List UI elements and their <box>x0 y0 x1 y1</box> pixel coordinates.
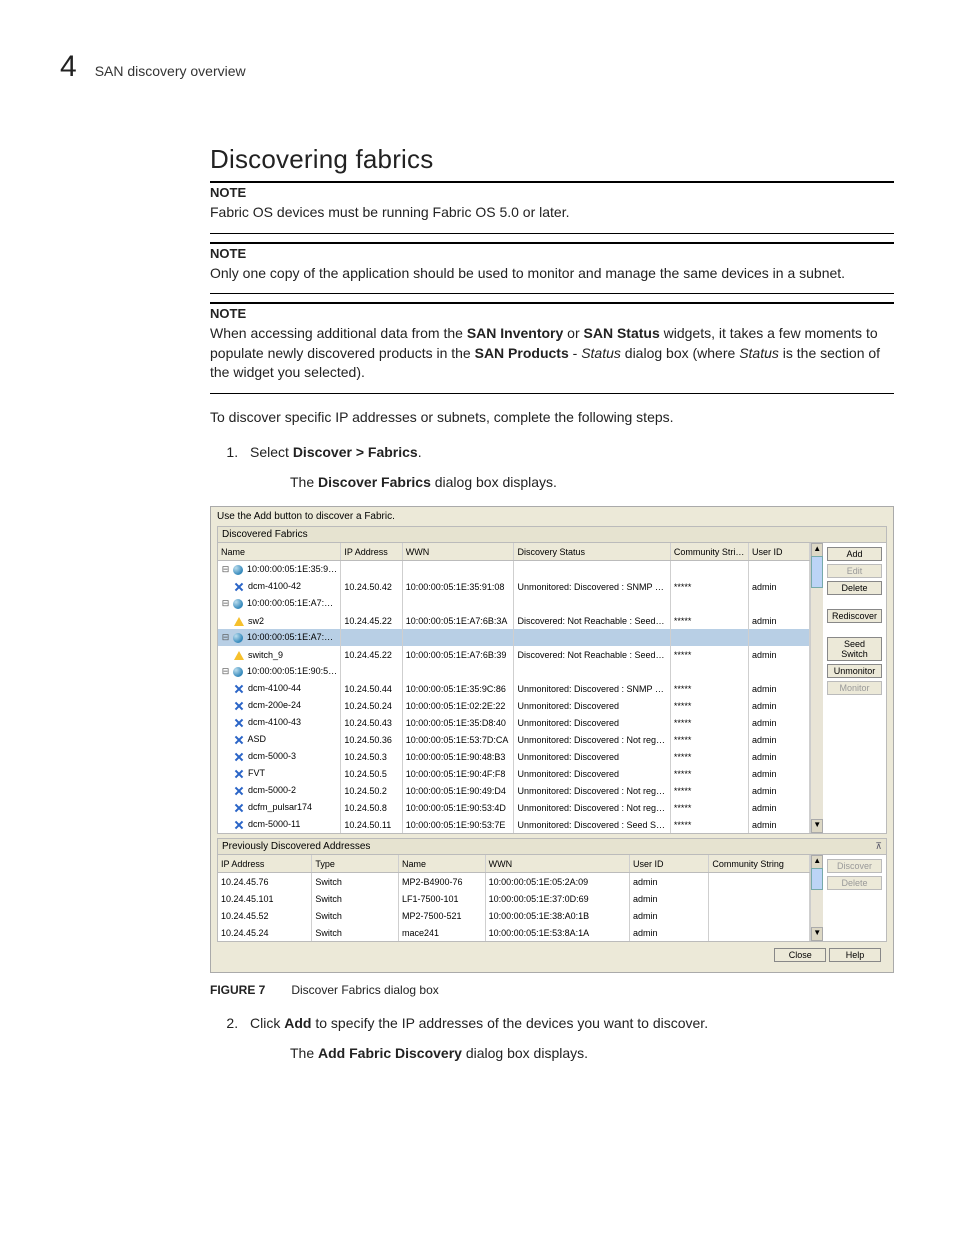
intro-text: To discover specific IP addresses or sub… <box>210 408 894 428</box>
note-label: NOTE <box>210 246 894 261</box>
rediscover-button[interactable]: Rediscover <box>827 609 882 623</box>
scrollbar-2[interactable]: ▲ ▼ <box>810 855 823 941</box>
scroll-up-icon[interactable]: ▲ <box>811 855 823 869</box>
table-row[interactable]: 10.24.45.24Switchmace24110:00:00:05:1E:5… <box>218 924 810 941</box>
table-row[interactable]: dcm-200e-2410.24.50.2410:00:00:05:1E:02:… <box>218 697 810 714</box>
x-icon <box>234 752 244 762</box>
edit-button[interactable]: Edit <box>827 564 882 578</box>
note-label: NOTE <box>210 185 894 200</box>
table-row[interactable]: ASD10.24.50.3610:00:00:05:1E:53:7D:CAUnm… <box>218 731 810 748</box>
globe-icon <box>233 667 243 677</box>
monitor-button[interactable]: Monitor <box>827 681 882 695</box>
previous-addresses-bar: Previously Discovered Addresses ⊼ <box>217 838 887 855</box>
table-row[interactable]: dcfm_pulsar17410.24.50.810:00:00:05:1E:9… <box>218 799 810 816</box>
table-row[interactable]: dcm-5000-310.24.50.310:00:00:05:1E:90:48… <box>218 748 810 765</box>
scroll-down-icon[interactable]: ▼ <box>811 927 823 941</box>
scrollbar[interactable]: ▲ ▼ <box>810 543 823 833</box>
note-label: NOTE <box>210 306 894 321</box>
table-row[interactable]: dcm-5000-210.24.50.210:00:00:05:1E:90:49… <box>218 782 810 799</box>
column-header[interactable]: Name <box>218 543 341 561</box>
add-button[interactable]: Add <box>827 547 882 561</box>
warn-icon <box>234 651 244 660</box>
x-icon <box>234 769 244 779</box>
discover-button[interactable]: Discover <box>827 859 882 873</box>
discovered-fabrics-bar: Discovered Fabrics <box>217 526 887 543</box>
table-row[interactable]: dcm-4100-4310.24.50.4310:00:00:05:1E:35:… <box>218 714 810 731</box>
table-row[interactable]: dcm-4100-4210.24.50.4210:00:00:05:1E:35:… <box>218 578 810 595</box>
x-icon <box>234 582 244 592</box>
dialog-instruction: Use the Add button to discover a Fabric. <box>217 511 887 522</box>
page-header: 4 SAN discovery overview <box>60 50 894 84</box>
table-row[interactable]: 10.24.45.101SwitchLF1-7500-10110:00:00:0… <box>218 890 810 907</box>
previous-addresses-table[interactable]: IP AddressTypeNameWWNUser IDCommunity St… <box>218 855 810 941</box>
column-header[interactable]: Community String <box>709 855 810 873</box>
discover-fabrics-dialog: Use the Add button to discover a Fabric.… <box>210 506 894 973</box>
table-row[interactable]: ⊟ 10:00:00:05:1E:A7:6B: <box>218 595 810 612</box>
collapse-icon[interactable]: ⊼ <box>875 841 882 852</box>
table-row[interactable]: 10.24.45.52SwitchMP2-7500-52110:00:00:05… <box>218 907 810 924</box>
x-icon <box>234 820 244 830</box>
table-row[interactable]: ⊟ 10:00:00:05:1E:35:91:0 <box>218 561 810 579</box>
column-header[interactable]: Discovery Status <box>514 543 670 561</box>
step-2: Click Add to specify the IP addresses of… <box>242 1013 894 1064</box>
x-icon <box>234 684 244 694</box>
delete-button-2[interactable]: Delete <box>827 876 882 890</box>
close-button[interactable]: Close <box>774 948 826 962</box>
x-icon <box>234 803 244 813</box>
discovered-fabrics-table[interactable]: NameIP AddressWWNDiscovery StatusCommuni… <box>218 543 810 833</box>
chapter-title: SAN discovery overview <box>95 63 246 79</box>
globe-icon <box>233 599 243 609</box>
chapter-number: 4 <box>60 50 77 84</box>
globe-icon <box>233 633 243 643</box>
table-row[interactable]: sw210.24.45.2210:00:00:05:1E:A7:6B:3ADis… <box>218 612 810 629</box>
column-header[interactable]: Type <box>312 855 399 873</box>
column-header[interactable]: User ID <box>629 855 708 873</box>
x-icon <box>234 718 244 728</box>
column-header[interactable]: User ID <box>749 543 810 561</box>
table-row[interactable]: dcm-5000-1110.24.50.1110:00:00:05:1E:90:… <box>218 816 810 833</box>
column-header[interactable]: IP Address <box>218 855 312 873</box>
table-row[interactable]: ⊟ 10:00:00:05:1E:90:53:7 <box>218 663 810 680</box>
page-title: Discovering fabrics <box>210 144 894 175</box>
step-1-followup: The Discover Fabrics dialog box displays… <box>290 473 894 493</box>
previous-buttons: Discover Delete <box>823 855 886 941</box>
unmonitor-button[interactable]: Unmonitor <box>827 664 882 678</box>
globe-icon <box>233 565 243 575</box>
note-text: Only one copy of the application should … <box>210 264 894 284</box>
column-header[interactable]: Community String <box>670 543 748 561</box>
column-header[interactable]: IP Address <box>341 543 402 561</box>
x-icon <box>234 701 244 711</box>
x-icon <box>234 786 244 796</box>
seed-switch-button[interactable]: Seed Switch <box>827 637 882 661</box>
scroll-down-icon[interactable]: ▼ <box>811 819 823 833</box>
note-text: Fabric OS devices must be running Fabric… <box>210 203 894 223</box>
discovered-buttons: Add Edit Delete Rediscover Seed Switch U… <box>823 543 886 833</box>
table-row[interactable]: switch_910.24.45.2210:00:00:05:1E:A7:6B:… <box>218 646 810 663</box>
figure-caption: FIGURE 7Discover Fabrics dialog box <box>210 983 894 997</box>
column-header[interactable]: Name <box>398 855 485 873</box>
scroll-thumb[interactable] <box>811 868 823 890</box>
scroll-thumb[interactable] <box>811 556 823 588</box>
table-row[interactable]: ⊟ 10:00:00:05:1E:A7:6B: <box>218 629 810 646</box>
scroll-up-icon[interactable]: ▲ <box>811 543 823 557</box>
step-1: Select Discover > Fabrics. The Discover … <box>242 442 894 493</box>
x-icon <box>234 735 244 745</box>
help-button[interactable]: Help <box>829 948 881 962</box>
delete-button[interactable]: Delete <box>827 581 882 595</box>
table-row[interactable]: 10.24.45.76SwitchMP2-B4900-7610:00:00:05… <box>218 873 810 891</box>
warn-icon <box>234 617 244 626</box>
note-text: When accessing additional data from the … <box>210 324 894 383</box>
column-header[interactable]: WWN <box>485 855 629 873</box>
column-header[interactable]: WWN <box>402 543 514 561</box>
table-row[interactable]: dcm-4100-4410.24.50.4410:00:00:05:1E:35:… <box>218 680 810 697</box>
table-row[interactable]: FVT10.24.50.510:00:00:05:1E:90:4F:F8Unmo… <box>218 765 810 782</box>
step-2-followup: The Add Fabric Discovery dialog box disp… <box>290 1044 894 1064</box>
